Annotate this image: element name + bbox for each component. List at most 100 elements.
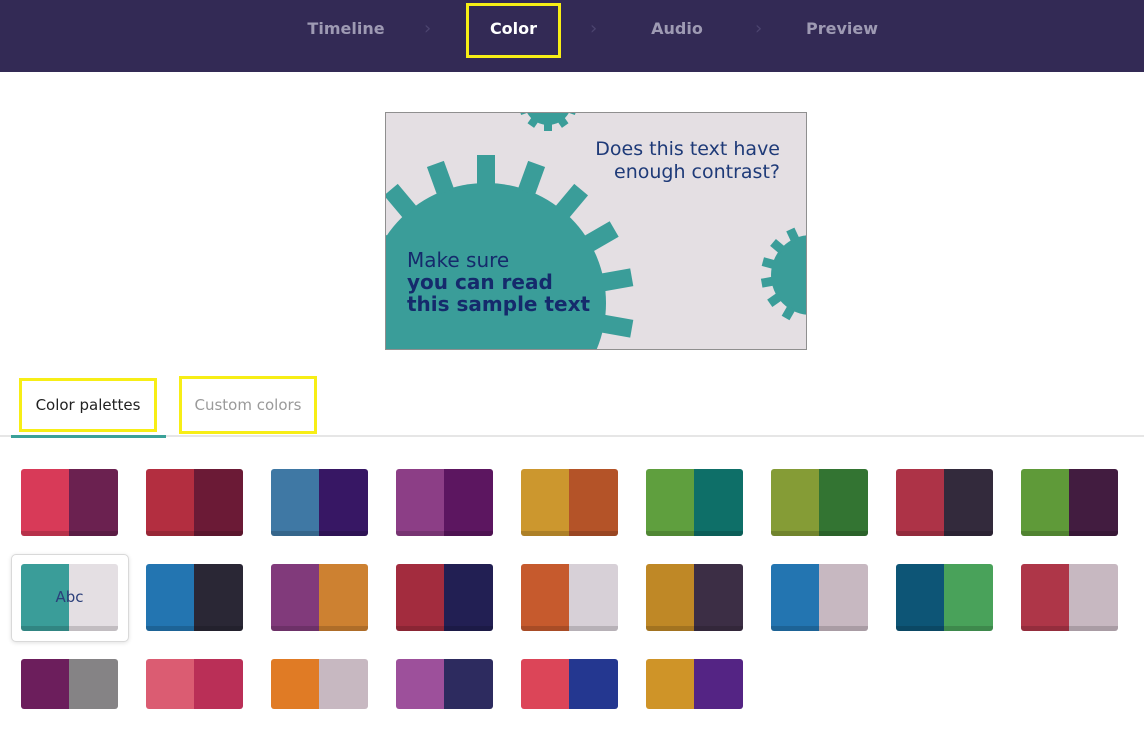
palette-primary-color xyxy=(271,564,319,631)
palette-primary-color xyxy=(396,564,444,631)
tab-custom-colors[interactable]: Custom colors xyxy=(179,376,317,434)
palette-primary-color xyxy=(396,469,444,536)
color-preview-card: Does this text have enough contrast? Mak… xyxy=(385,112,807,350)
palette-primary-color xyxy=(771,564,819,631)
palette-shadow xyxy=(396,531,493,536)
palette-primary-color xyxy=(146,564,194,631)
palette-swatch[interactable] xyxy=(521,469,618,536)
palette-secondary-color xyxy=(694,659,743,709)
palette-primary-color xyxy=(521,564,569,631)
palette-swatch[interactable] xyxy=(21,659,118,709)
palette-shadow xyxy=(896,531,993,536)
palette-swatch[interactable] xyxy=(521,659,618,709)
preview-question-text: Does this text have enough contrast? xyxy=(595,138,780,183)
palette-swatch[interactable] xyxy=(771,564,868,631)
palette-primary-color xyxy=(1021,469,1069,536)
palette-swatch[interactable] xyxy=(396,564,493,631)
palette-shadow xyxy=(521,626,618,631)
palette-primary-color xyxy=(521,659,569,709)
palette-primary-color xyxy=(646,659,694,709)
palette-shadow xyxy=(771,626,868,631)
palette-primary-color xyxy=(646,469,694,536)
palette-secondary-color xyxy=(194,564,243,631)
palette-swatch[interactable] xyxy=(521,564,618,631)
palette-swatch[interactable] xyxy=(146,469,243,536)
palette-secondary-color xyxy=(444,564,493,631)
tab-color-palettes[interactable]: Color palettes xyxy=(19,378,157,432)
palette-shadow xyxy=(271,626,368,631)
step-timeline[interactable]: Timeline xyxy=(296,0,396,58)
palette-sample-label: Abc xyxy=(55,588,84,606)
palette-swatch[interactable] xyxy=(1021,564,1118,631)
palette-shadow xyxy=(271,531,368,536)
palette-swatch[interactable] xyxy=(396,469,493,536)
palette-secondary-color xyxy=(569,564,618,631)
chevron-right-icon: › xyxy=(755,18,763,39)
palette-primary-color xyxy=(896,564,944,631)
palette-primary-color xyxy=(771,469,819,536)
palette-primary-color xyxy=(21,659,69,709)
preview-sample-text: Make sure you can read this sample text xyxy=(407,248,591,316)
tab-divider xyxy=(0,435,1144,437)
palette-primary-color xyxy=(896,469,944,536)
palette-secondary-color xyxy=(694,469,743,536)
palette-secondary-color xyxy=(1069,564,1118,631)
palette-swatch[interactable] xyxy=(1021,469,1118,536)
palette-primary-color xyxy=(521,469,569,536)
palette-secondary-color xyxy=(819,469,868,536)
palette-primary-color xyxy=(1021,564,1069,631)
palette-swatch[interactable] xyxy=(271,469,368,536)
palette-secondary-color xyxy=(819,564,868,631)
step-preview[interactable]: Preview xyxy=(792,0,892,58)
step-audio[interactable]: Audio xyxy=(627,0,727,58)
palette-shadow xyxy=(521,531,618,536)
palette-secondary-color xyxy=(569,659,618,709)
active-tab-underline xyxy=(11,435,166,438)
palette-secondary-color xyxy=(944,564,993,631)
palette-secondary-color xyxy=(319,659,368,709)
palette-shadow xyxy=(146,531,243,536)
palette-primary-color xyxy=(146,659,194,709)
palette-swatch[interactable] xyxy=(646,659,743,709)
step-color[interactable]: Color xyxy=(466,3,561,58)
palette-shadow xyxy=(646,626,743,631)
palette-primary-color xyxy=(396,659,444,709)
palette-secondary-color xyxy=(69,469,118,536)
palette-primary-color xyxy=(271,469,319,536)
palette-secondary-color xyxy=(194,659,243,709)
palette-swatch[interactable] xyxy=(396,659,493,709)
palette-shadow xyxy=(1021,531,1118,536)
palette-swatch[interactable] xyxy=(896,564,993,631)
palette-shadow xyxy=(896,626,993,631)
palette-secondary-color xyxy=(1069,469,1118,536)
palette-swatch[interactable] xyxy=(646,564,743,631)
palette-swatch[interactable] xyxy=(21,469,118,536)
palette-primary-color xyxy=(21,469,69,536)
palette-swatch[interactable] xyxy=(146,659,243,709)
palette-swatch[interactable] xyxy=(771,469,868,536)
palette-secondary-color xyxy=(319,469,368,536)
palette-shadow xyxy=(771,531,868,536)
palette-swatch[interactable] xyxy=(896,469,993,536)
palette-secondary-color xyxy=(569,469,618,536)
palette-swatch[interactable] xyxy=(646,469,743,536)
palette-swatch[interactable] xyxy=(146,564,243,631)
palette-secondary-color xyxy=(444,469,493,536)
top-step-nav: Timeline › Color › Audio › Preview xyxy=(0,0,1144,72)
palette-secondary-color xyxy=(944,469,993,536)
palette-secondary-color xyxy=(694,564,743,631)
palette-shadow xyxy=(146,626,243,631)
palette-shadow xyxy=(1021,626,1118,631)
palette-swatch[interactable] xyxy=(271,564,368,631)
palette-tabs: Color palettes Custom colors xyxy=(0,372,1144,438)
palette-swatch[interactable]: Abc xyxy=(21,564,118,631)
chevron-right-icon: › xyxy=(424,18,432,39)
palette-primary-color xyxy=(646,564,694,631)
palette-secondary-color xyxy=(319,564,368,631)
palette-secondary-color xyxy=(194,469,243,536)
palette-primary-color xyxy=(271,659,319,709)
chevron-right-icon: › xyxy=(590,18,598,39)
palette-swatch[interactable] xyxy=(271,659,368,709)
palette-shadow xyxy=(396,626,493,631)
palette-primary-color xyxy=(146,469,194,536)
